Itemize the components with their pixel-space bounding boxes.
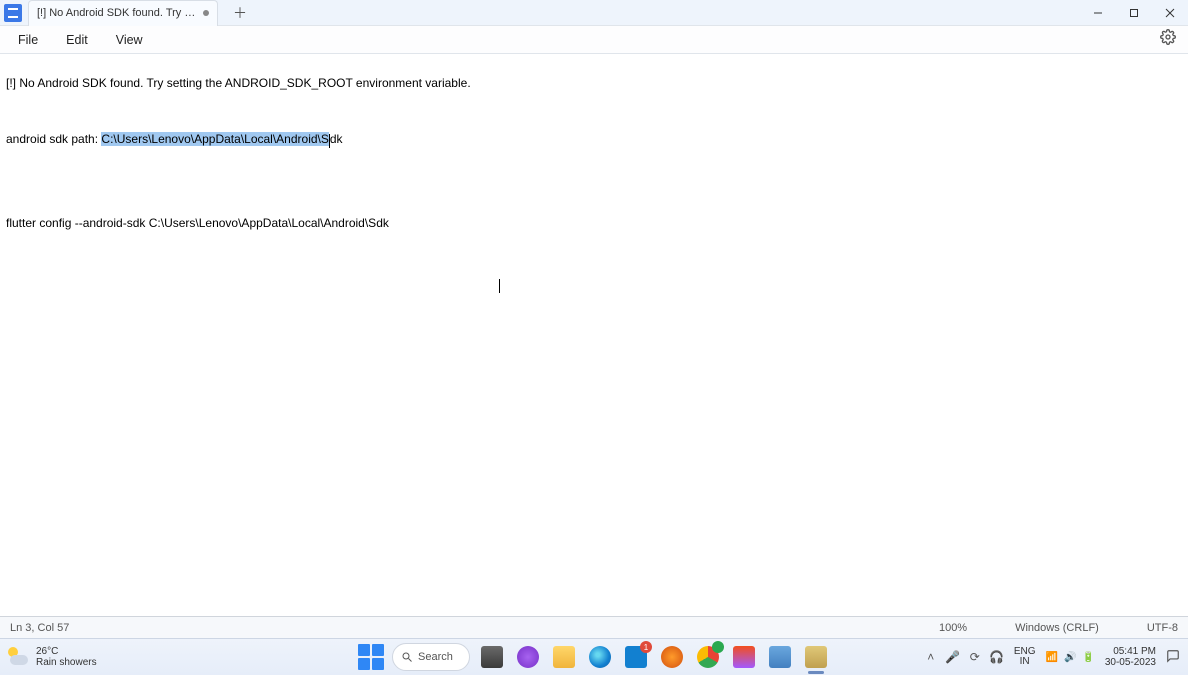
- weather-desc: Rain showers: [36, 657, 97, 668]
- volume-icon: 🔊: [1064, 652, 1076, 663]
- weather-temp: 26°C: [36, 646, 97, 657]
- editor-line: flutter config --android-sdk C:\Users\Le…: [6, 216, 1182, 230]
- clock[interactable]: 05:41 PM 30-05-2023: [1105, 646, 1156, 668]
- settings-gear-icon[interactable]: [1160, 29, 1176, 45]
- time-text: 05:41 PM: [1113, 646, 1156, 657]
- editor-line: [6, 160, 1182, 174]
- title-bar: [!] No Android SDK found. Try setti ＋: [0, 0, 1188, 26]
- taskbar-edge-icon[interactable]: [586, 643, 614, 671]
- editor-line: android sdk path: C:\Users\Lenovo\AppDat…: [6, 132, 1182, 146]
- maximize-button[interactable]: [1116, 0, 1152, 26]
- encoding-mode[interactable]: UTF-8: [1147, 622, 1178, 634]
- language-indicator[interactable]: ENG IN: [1014, 647, 1036, 667]
- start-button[interactable]: [358, 644, 384, 670]
- battery-icon: 🔋: [1082, 652, 1094, 663]
- taskbar-center: Search 1: [358, 643, 830, 671]
- tray-headset-icon[interactable]: 🎧: [990, 650, 1004, 664]
- taskbar: 26°C Rain showers Search 1 ˄ 🎤: [0, 638, 1188, 675]
- minimize-button[interactable]: [1080, 0, 1116, 26]
- weather-text: 26°C Rain showers: [36, 646, 97, 668]
- menu-bar-right: [1160, 29, 1184, 50]
- text-selection: C:\Users\Lenovo\AppData\Local\Android\S: [101, 132, 328, 146]
- notepad-app-icon: [4, 4, 22, 22]
- tray-chevron-up-icon[interactable]: ˄: [924, 650, 938, 664]
- system-tray: ˄ 🎤 ⟳ 🎧 ENG IN 📶 🔊 🔋 05:41 PM 30-05-2023: [924, 646, 1182, 668]
- network-volume-battery[interactable]: 📶 🔊 🔋: [1045, 652, 1094, 663]
- new-tab-button[interactable]: ＋: [228, 1, 252, 25]
- task-view-button[interactable]: [478, 643, 506, 671]
- secondary-caret-icon: [499, 279, 500, 293]
- taskbar-chat-icon[interactable]: [514, 643, 542, 671]
- weather-rain-icon: [6, 645, 30, 669]
- status-bar: Ln 3, Col 57 100% Windows (CRLF) UTF-8: [0, 616, 1188, 638]
- line-ending-mode[interactable]: Windows (CRLF): [1015, 622, 1099, 634]
- maximize-icon: [1129, 8, 1139, 18]
- document-tab[interactable]: [!] No Android SDK found. Try setti: [28, 0, 218, 26]
- window-controls: [1080, 0, 1188, 25]
- taskbar-chrome-icon[interactable]: [694, 643, 722, 671]
- tab-title: [!] No Android SDK found. Try setti: [37, 7, 197, 19]
- notification-center-icon[interactable]: [1166, 649, 1182, 666]
- close-button[interactable]: [1152, 0, 1188, 26]
- wifi-icon: 📶: [1045, 652, 1057, 663]
- tray-mic-icon[interactable]: 🎤: [946, 650, 960, 664]
- tray-overflow[interactable]: ˄ 🎤 ⟳ 🎧: [924, 650, 1004, 664]
- taskbar-calculator-icon[interactable]: [766, 643, 794, 671]
- menu-edit[interactable]: Edit: [52, 29, 102, 51]
- taskbar-figma-icon[interactable]: [730, 643, 758, 671]
- minimize-icon: [1093, 8, 1103, 18]
- editor-line: [!] No Android SDK found. Try setting th…: [6, 76, 1182, 90]
- tray-sync-icon[interactable]: ⟳: [968, 650, 982, 664]
- taskbar-store-icon[interactable]: 1: [622, 643, 650, 671]
- menu-bar: File Edit View: [0, 26, 1188, 54]
- menu-file[interactable]: File: [4, 29, 52, 51]
- store-badge: 1: [640, 641, 652, 653]
- weather-widget[interactable]: 26°C Rain showers: [6, 645, 97, 669]
- taskbar-notepad-icon[interactable]: [802, 643, 830, 671]
- editor-line: [6, 104, 1182, 118]
- search-placeholder: Search: [418, 651, 453, 663]
- close-icon: [1165, 8, 1175, 18]
- tab-modified-dot-icon: [203, 10, 209, 16]
- text-caret-icon: [329, 134, 330, 148]
- menu-view[interactable]: View: [102, 29, 157, 51]
- lang-bottom: IN: [1020, 657, 1030, 667]
- title-bar-left: [!] No Android SDK found. Try setti ＋: [0, 0, 252, 25]
- editor-line: [6, 188, 1182, 202]
- search-icon: [401, 651, 413, 663]
- date-text: 30-05-2023: [1105, 657, 1156, 668]
- taskbar-file-explorer-icon[interactable]: [550, 643, 578, 671]
- chrome-badge-icon: [712, 641, 724, 653]
- text-editor[interactable]: [!] No Android SDK found. Try setting th…: [0, 54, 1188, 616]
- cursor-position[interactable]: Ln 3, Col 57: [10, 622, 69, 634]
- taskbar-search[interactable]: Search: [392, 643, 470, 671]
- zoom-level[interactable]: 100%: [939, 622, 967, 634]
- taskbar-firefox-icon[interactable]: [658, 643, 686, 671]
